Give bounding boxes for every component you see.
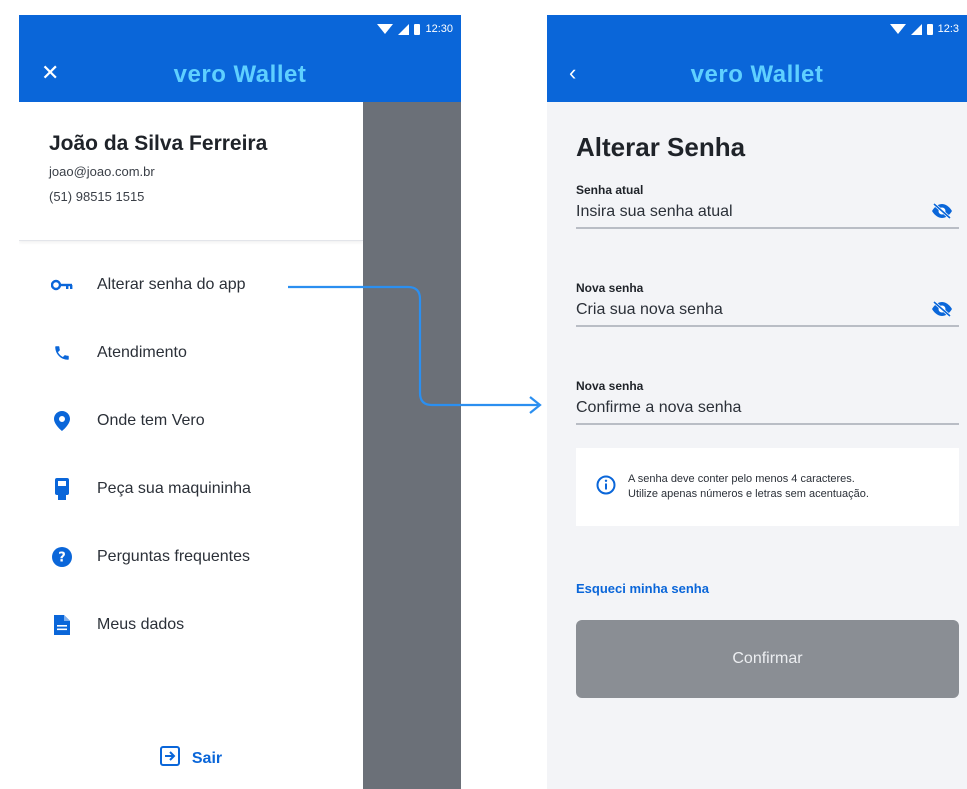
logout-label: Sair: [191, 749, 223, 767]
menu-screen: 12:30 ✕ vero Wallet João da Silva Ferrei…: [19, 15, 461, 789]
profile-name: João da Silva Ferreira: [49, 132, 268, 155]
signal-icon: [910, 23, 922, 35]
info-line-2: Utilize apenas números e letras sem acen…: [628, 488, 869, 500]
navigation-drawer: João da Silva Ferreira joao@joao.com.br …: [19, 102, 363, 789]
wifi-icon: [889, 24, 906, 34]
battery-icon: [926, 23, 933, 35]
menu-item-atendimento[interactable]: Atendimento: [19, 319, 363, 387]
key-icon: [51, 274, 73, 296]
signal-icon: [398, 23, 410, 35]
location-pin-icon: [51, 410, 73, 432]
help-circle-icon: ?: [51, 546, 73, 568]
new-password-input[interactable]: [576, 295, 959, 327]
logout-icon: [159, 746, 180, 771]
confirm-password-field: Nova senha: [576, 379, 959, 425]
forgot-password-link[interactable]: Esqueci minha senha: [576, 581, 709, 596]
page-title: Alterar Senha: [576, 132, 746, 162]
status-bar: 12:3: [547, 15, 967, 45]
info-text: A senha deve conter pelo menos 4 caracte…: [628, 472, 869, 502]
vero-wallet-logo: vero Wallet: [690, 61, 824, 88]
phone-icon: [51, 342, 73, 364]
menu-item-perguntas-frequentes[interactable]: ? Perguntas frequentes: [19, 523, 363, 591]
status-time: 12:30: [425, 23, 453, 35]
menu-item-label: Atendimento: [97, 344, 187, 361]
menu-item-peca-maquininha[interactable]: Peça sua maquininha: [19, 455, 363, 523]
eye-off-icon[interactable]: [931, 202, 953, 220]
card-machine-icon: [51, 478, 73, 500]
confirm-button[interactable]: Confirmar: [576, 620, 959, 698]
logout-button[interactable]: Sair: [19, 746, 363, 771]
current-password-field: Senha atual: [576, 183, 959, 229]
app-bar: ✕ vero Wallet: [19, 45, 461, 102]
svg-text:?: ?: [58, 551, 66, 566]
profile-email: joao@joao.com.br: [49, 164, 155, 179]
eye-off-icon[interactable]: [931, 300, 953, 318]
confirm-password-input[interactable]: [576, 393, 959, 425]
close-icon[interactable]: ✕: [41, 59, 59, 87]
battery-icon: [414, 23, 421, 35]
menu-item-meus-dados[interactable]: Meus dados: [19, 591, 363, 659]
drawer-scrim[interactable]: [363, 102, 461, 789]
change-password-screen: 12:3 ‹ vero Wallet Alterar Senha Senha a…: [547, 15, 967, 789]
field-label: Senha atual: [576, 183, 644, 197]
wifi-icon: [377, 24, 394, 34]
menu-item-alterar-senha[interactable]: Alterar senha do app: [19, 251, 363, 319]
document-icon: [51, 614, 73, 636]
status-time: 12:3: [937, 23, 959, 35]
menu-item-label: Onde tem Vero: [97, 412, 205, 429]
vero-wallet-logo: vero Wallet: [173, 61, 307, 88]
menu-item-onde-tem-vero[interactable]: Onde tem Vero: [19, 387, 363, 455]
current-password-input[interactable]: [576, 197, 959, 229]
profile-header: João da Silva Ferreira joao@joao.com.br …: [19, 102, 363, 241]
info-line-1: A senha deve conter pelo menos 4 caracte…: [628, 473, 855, 485]
password-rules-info: A senha deve conter pelo menos 4 caracte…: [576, 448, 959, 526]
menu-item-label: Meus dados: [97, 616, 185, 633]
field-label: Nova senha: [576, 281, 644, 295]
field-label: Nova senha: [576, 379, 644, 393]
menu-item-label: Perguntas frequentes: [97, 548, 250, 565]
status-bar: 12:30: [19, 15, 461, 45]
menu-item-label: Alterar senha do app: [97, 276, 246, 293]
back-icon[interactable]: ‹: [569, 59, 576, 87]
app-bar: ‹ vero Wallet: [547, 45, 967, 102]
profile-phone: (51) 98515 1515: [49, 189, 145, 204]
drawer-menu: Alterar senha do app Atendimento Onde te…: [19, 251, 363, 659]
menu-item-label: Peça sua maquininha: [97, 480, 251, 497]
info-icon: [596, 475, 616, 500]
new-password-field: Nova senha: [576, 281, 959, 327]
